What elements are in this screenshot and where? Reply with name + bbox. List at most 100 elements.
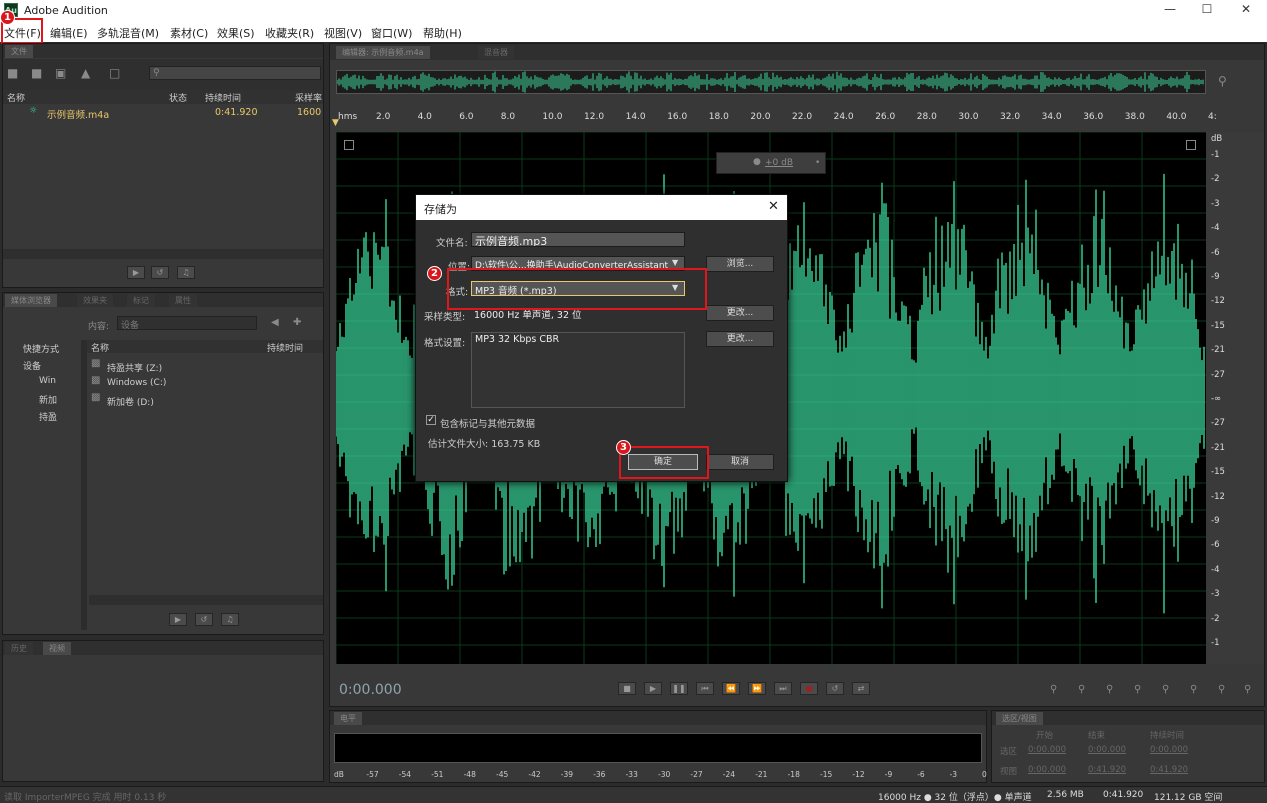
tab-effects-rack[interactable]: 效果夹 (77, 294, 113, 307)
tab-selection-view[interactable]: 选区/视图 (996, 712, 1043, 725)
zoom-out-time-icon[interactable]: ⚲ (1134, 684, 1141, 695)
sel-start[interactable]: 0:00.000 (1028, 745, 1066, 755)
drive-c[interactable]: Windows (C:) (107, 378, 166, 388)
media-scrollbar[interactable] (89, 595, 323, 605)
col-media-name[interactable]: 名称 (91, 341, 109, 354)
sel-end[interactable]: 0:00.000 (1088, 745, 1126, 755)
view-start[interactable]: 0:00.000 (1028, 765, 1066, 775)
tab-mixer[interactable]: 混音器 (478, 46, 514, 59)
minimize-icon[interactable]: — (1160, 2, 1180, 18)
dialog-close-icon[interactable]: ✕ (768, 199, 779, 214)
pin-icon[interactable]: • (815, 158, 820, 168)
loop-icon[interactable]: ↺ (826, 682, 844, 695)
delete-icon[interactable]: □ (109, 66, 120, 80)
zoom-in-icon[interactable]: ⚲ (1218, 74, 1227, 88)
drive-z[interactable]: 持盈共享 (Z:) (107, 361, 162, 374)
overview-bar[interactable] (336, 70, 1206, 94)
new-file-icon[interactable]: ▣ (55, 66, 66, 80)
menu-favorites[interactable]: 收藏夹(R) (265, 25, 314, 41)
zoom-selection-icon[interactable]: ⚲ (1244, 684, 1251, 695)
sel-duration[interactable]: 0:00.000 (1150, 745, 1188, 755)
filename-input[interactable]: 示例音频.mp3 (471, 232, 685, 247)
loop-icon[interactable]: ↺ (151, 266, 169, 279)
stop-icon[interactable]: ■ (618, 682, 636, 695)
open-folder-icon[interactable]: ■ (7, 66, 18, 80)
cancel-button[interactable]: 取消 (706, 454, 774, 470)
tab-history[interactable]: 历史 (5, 642, 33, 655)
zoom-in-point-icon[interactable]: ⚲ (1190, 684, 1197, 695)
preview-loop-icon[interactable]: ↺ (195, 613, 213, 626)
playhead-marker[interactable]: ▼ (332, 118, 342, 128)
go-end-icon[interactable]: ⏭ (774, 682, 792, 695)
menu-effects[interactable]: 效果(S) (217, 25, 255, 41)
chevron-down-icon[interactable]: ▼ (672, 258, 679, 267)
tab-media-browser[interactable]: 媒体浏览器 (5, 294, 57, 307)
skip-icon[interactable]: ⇄ (852, 682, 870, 695)
col-status[interactable]: 状态 (169, 91, 187, 104)
menu-edit[interactable]: 编辑(E) (50, 25, 88, 41)
zoom-in-time-icon[interactable]: ⚲ (1106, 684, 1113, 695)
add-shortcut-icon[interactable]: ✚ (293, 317, 301, 328)
tree-share[interactable]: 持盈 (39, 410, 57, 423)
insert-icon[interactable]: ▲ (81, 66, 90, 80)
tree-newvol[interactable]: 新加 (39, 393, 57, 406)
db-tick: -4 (1211, 564, 1220, 575)
preview-play-icon[interactable]: ▶ (169, 613, 187, 626)
splitter[interactable] (81, 340, 87, 630)
tab-markers[interactable]: 标记 (127, 294, 155, 307)
play-icon[interactable]: ▶ (644, 682, 662, 695)
zoom-out-full-icon[interactable]: ⚲ (1162, 684, 1169, 695)
tree-win[interactable]: Win (39, 376, 56, 386)
forward-icon[interactable]: ⏩ (748, 682, 766, 695)
back-arrow-icon[interactable]: ◀ (271, 317, 279, 328)
files-search-input[interactable]: ⚲ (149, 66, 321, 80)
tab-properties[interactable]: 属性 (169, 294, 197, 307)
close-icon[interactable]: ✕ (1236, 2, 1256, 18)
play-icon[interactable]: ▶ (127, 266, 145, 279)
drive-d[interactable]: 新加卷 (D:) (107, 395, 154, 408)
col-name[interactable]: 名称 (7, 91, 25, 104)
menu-help[interactable]: 帮助(H) (423, 25, 462, 41)
menu-multitrack[interactable]: 多轨混音(M) (97, 25, 159, 41)
include-metadata-checkbox[interactable]: ✓ (426, 415, 436, 425)
menu-clip[interactable]: 素材(C) (170, 25, 208, 41)
col-media-duration[interactable]: 持续时间 (267, 341, 303, 354)
change-settings-button[interactable]: 更改... (706, 331, 774, 347)
gain-value[interactable]: +0 dB (765, 158, 793, 168)
hud-gain[interactable]: ● +0 dB • (716, 152, 826, 174)
zoom-out-point-icon[interactable]: ⚲ (1218, 684, 1225, 695)
rewind-icon[interactable]: ⏪ (722, 682, 740, 695)
record-icon[interactable]: ● (800, 682, 818, 695)
view-end[interactable]: 0:41.920 (1088, 765, 1126, 775)
tab-files[interactable]: 文件 (5, 45, 33, 58)
time-ruler[interactable]: hms 2.0 4.0 6.0 8.0 10.0 12.0 14.0 16.0 18.0 20.0… (336, 112, 1217, 130)
browse-button[interactable]: 浏览... (706, 256, 774, 272)
maximize-icon[interactable]: ☐ (1197, 2, 1217, 18)
go-start-icon[interactable]: ⏮ (696, 682, 714, 695)
col-samplerate[interactable]: 采样率 (295, 91, 322, 104)
file-row[interactable]: ☼ 示例音频.m4a 0:41.920 1600 (3, 105, 323, 121)
zoom-in-amplitude-icon[interactable]: ⚲ (1050, 684, 1057, 695)
tree-devices[interactable]: 设备 (23, 359, 41, 372)
corner-icon[interactable] (1186, 140, 1196, 150)
menu-view[interactable]: 视图(V) (324, 25, 362, 41)
gain-knob-icon[interactable]: ● (753, 157, 761, 167)
tab-video[interactable]: 视频 (43, 642, 71, 655)
preview-autoplay-icon[interactable]: ♫ (221, 613, 239, 626)
pause-icon[interactable]: ❚❚ (670, 682, 688, 695)
col-duration[interactable]: 持续时间 (205, 91, 241, 104)
meter-tick: -18 (787, 770, 800, 779)
autoplay-icon[interactable]: ♫ (177, 266, 195, 279)
tab-levels[interactable]: 电平 (334, 712, 362, 725)
menu-window[interactable]: 窗口(W) (371, 25, 412, 41)
files-scrollbar[interactable] (3, 249, 323, 259)
tree-shortcuts[interactable]: 快捷方式 (23, 342, 59, 355)
import-icon[interactable]: ■ (31, 66, 42, 80)
files-tabbar: 文件 (3, 44, 323, 58)
corner-icon[interactable] (344, 140, 354, 150)
tab-editor[interactable]: 编辑器: 示例音频.m4a (336, 46, 430, 59)
view-duration[interactable]: 0:41.920 (1150, 765, 1188, 775)
content-select[interactable]: 设备 (117, 316, 257, 331)
change-sample-button[interactable]: 更改... (706, 305, 774, 321)
zoom-out-amplitude-icon[interactable]: ⚲ (1078, 684, 1085, 695)
